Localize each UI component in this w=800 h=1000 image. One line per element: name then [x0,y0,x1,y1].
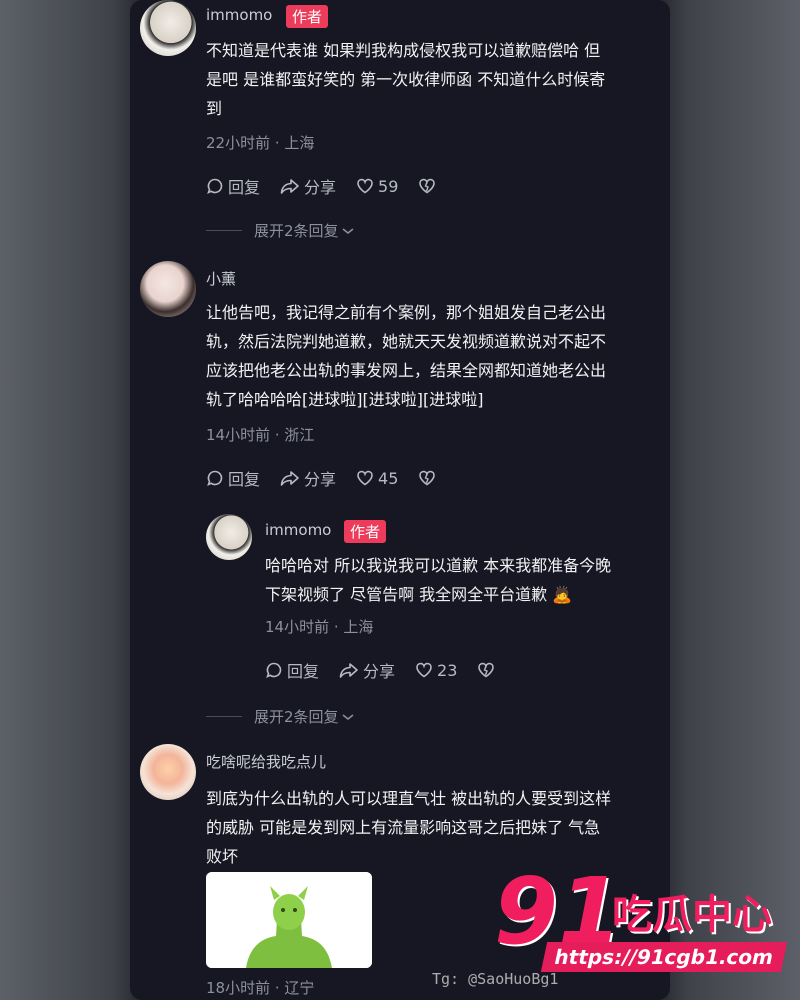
expand-replies-button[interactable]: 展开2条回复 [206,220,355,241]
heart-icon [416,662,432,678]
dislike-button[interactable] [418,469,440,487]
like-count: 23 [437,660,458,680]
comment-text: 不知道是代表谁 如果判我构成侵权我可以道歉赔偿哈 但 是吧 是谁都蛮好笑的 第一… [206,41,606,118]
reply-icon [207,178,223,194]
share-button[interactable]: 分享 [339,658,395,682]
heart-icon [357,178,373,194]
broken-heart-icon [419,178,436,194]
divider [206,230,242,231]
username[interactable]: immomo [206,6,272,24]
avatar[interactable] [140,261,196,317]
heart-icon [357,470,373,486]
chevron-down-icon [342,713,354,720]
watermark-url: https://91cgb1.com [540,942,788,972]
comment-meta: 14小时前 · 上海 [265,618,374,636]
share-icon [280,179,299,194]
reply-button[interactable]: 回复 [206,174,260,198]
broken-heart-icon [478,662,495,678]
avatar[interactable] [206,514,252,560]
reply-button[interactable]: 回复 [206,466,260,490]
comment-image[interactable] [206,872,372,968]
comment-actions: 回复 分享 45 [206,466,460,490]
broken-heart-icon [419,470,436,486]
reply-icon [207,470,223,486]
avatar[interactable] [140,744,196,800]
reply-icon [266,662,282,678]
avatar[interactable] [140,0,196,56]
dislike-button[interactable] [477,661,499,679]
comment-meta: 14小时前 · 浙江 [206,426,315,444]
like-button[interactable]: 45 [356,469,398,488]
green-figure-sticker-icon [206,872,372,968]
comment-meta: 18小时前 · 辽宁 [206,979,315,997]
divider [206,716,242,717]
comment-meta: 22小时前 · 上海 [206,134,315,152]
comment-actions: 回复 分享 23 [265,658,519,682]
share-icon [280,471,299,486]
share-button[interactable]: 分享 [280,174,336,198]
expand-replies-button[interactable]: 展开2条回复 [206,706,355,727]
like-button[interactable]: 59 [356,177,398,196]
username[interactable]: 吃啥呢给我吃点儿 [206,751,326,772]
dislike-button[interactable] [418,177,440,195]
comment-actions: 回复 分享 59 [206,174,460,198]
like-button[interactable]: 23 [415,661,457,680]
like-count: 45 [378,468,399,488]
reply-button[interactable]: 回复 [265,658,319,682]
author-badge: 作者 [344,520,387,543]
author-badge: 作者 [286,5,329,28]
like-count: 59 [378,176,399,196]
watermark-text: 吃瓜中心 [612,892,772,938]
comment-text: 让他告吧，我记得之前有个案例，那个姐姐发自己老公出 轨，然后法院判她道歉，她就天… [206,303,607,409]
username[interactable]: immomo [265,521,331,539]
telegram-watermark: Tg: @SaoHuoBg1 [432,970,559,988]
share-button[interactable]: 分享 [280,466,336,490]
comment-panel: immomo 作者 不知道是代表谁 如果判我构成侵权我可以道歉赔偿哈 但 是吧 … [130,0,670,1000]
chevron-down-icon [342,227,354,234]
share-icon [339,663,358,678]
comment-text: 哈哈哈对 所以我说我可以道歉 本来我都准备今晚 下架视频了 尽管告啊 我全网全平… [265,556,612,604]
username[interactable]: 小薰 [206,268,236,289]
